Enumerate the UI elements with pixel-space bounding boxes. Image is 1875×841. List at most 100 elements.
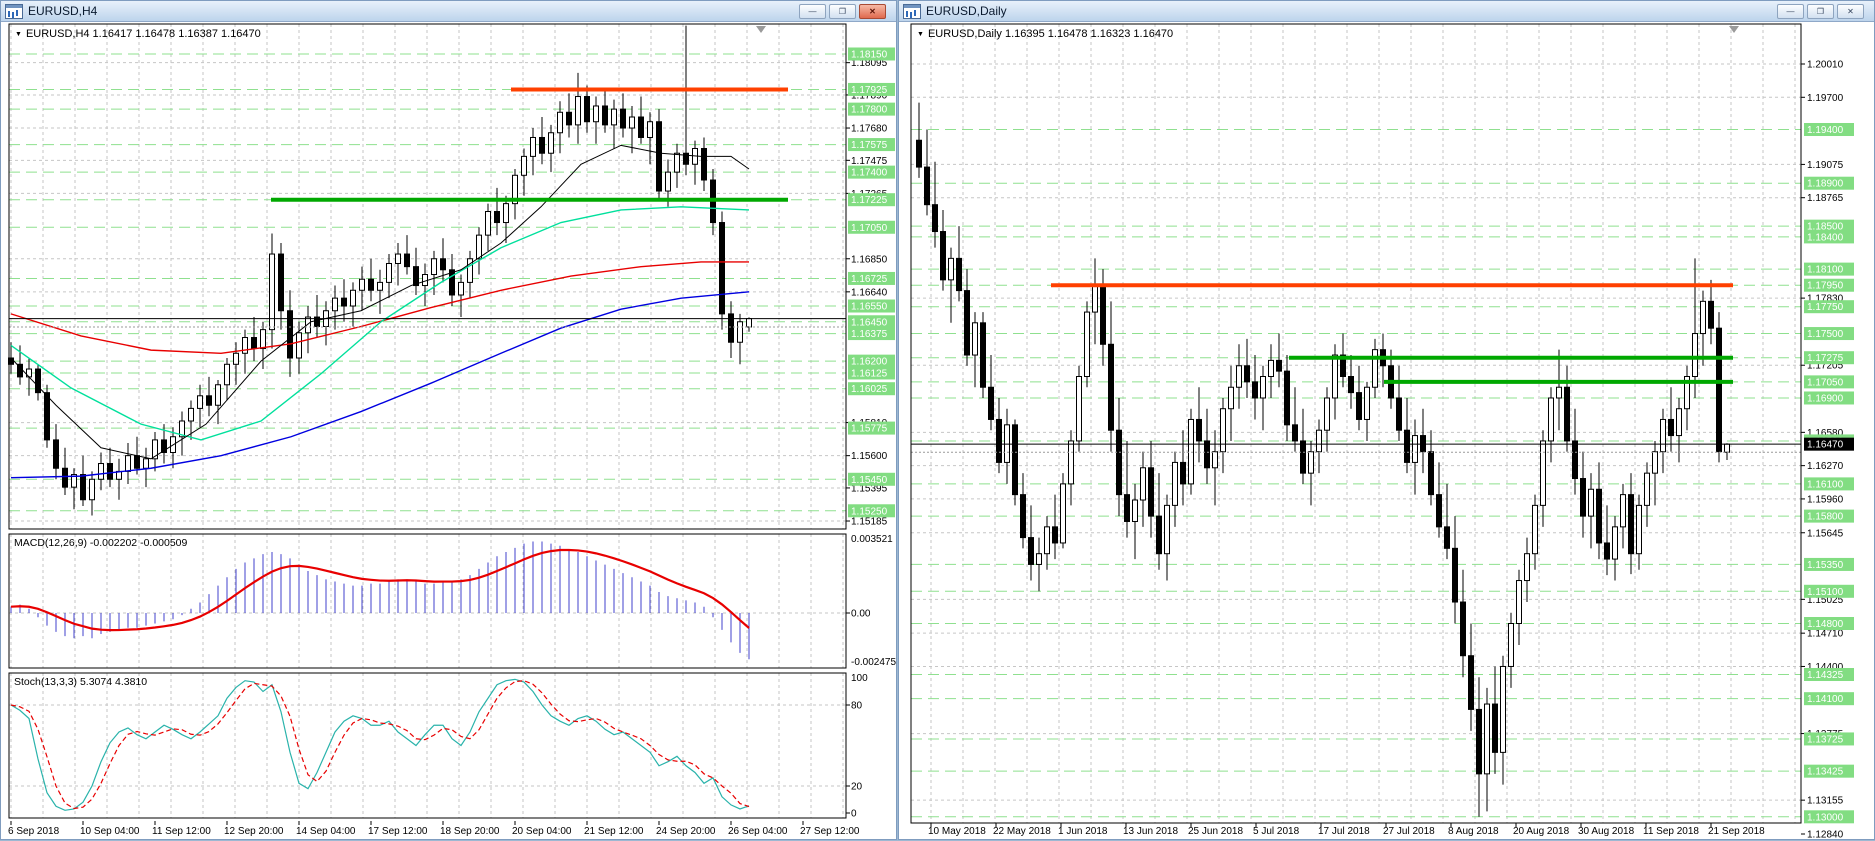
chart-shift-marker-icon[interactable] bbox=[756, 26, 766, 33]
candle-bear bbox=[566, 111, 572, 126]
time-scale-label: 18 Sep 20:00 bbox=[440, 826, 500, 837]
candle-bull bbox=[1516, 580, 1522, 625]
candle-bull bbox=[1620, 494, 1626, 528]
candle-bull bbox=[575, 96, 581, 126]
chart-dropdown-icon[interactable]: ▼ bbox=[15, 31, 22, 38]
candle-bull bbox=[1092, 284, 1098, 313]
candle-bear bbox=[916, 139, 922, 168]
candle-bear bbox=[719, 222, 725, 315]
candle-bull bbox=[530, 136, 536, 157]
candle-bear bbox=[1108, 343, 1114, 431]
price-panel bbox=[911, 24, 1801, 823]
candle-bull bbox=[1324, 397, 1330, 431]
time-scale[interactable]: 10 May 2018 22 May 2018 1 Jun 2018 13 Jun 2… bbox=[928, 823, 1765, 837]
candle-bear bbox=[638, 116, 644, 138]
candle-bear bbox=[1148, 467, 1154, 517]
candle-bear bbox=[107, 463, 113, 480]
time-scale-label: 22 May 2018 bbox=[993, 826, 1051, 837]
candle-bull bbox=[746, 318, 752, 328]
restore-button[interactable]: ❐ bbox=[829, 3, 856, 19]
candle-bear bbox=[1444, 526, 1450, 549]
candle-bull bbox=[647, 121, 653, 138]
candle-bull bbox=[1692, 333, 1698, 378]
level-price-badge-label: 1.17800 bbox=[851, 105, 888, 116]
level-price-badge-label: 1.17275 bbox=[1807, 353, 1844, 364]
candle-bull bbox=[215, 384, 221, 406]
candle-bull bbox=[377, 281, 383, 291]
candle-bull bbox=[395, 253, 401, 264]
candle-bear bbox=[932, 204, 938, 233]
price-scale-label: 1.14710 bbox=[1807, 629, 1844, 640]
eurusd-daily-window: EURUSD,Daily — ❐ ✕ 1.20010 1.19700 1.19075… bbox=[898, 0, 1875, 840]
h4-chart-canvas[interactable]: 1.180951.178901.176801.174751.172651.168… bbox=[1, 22, 898, 841]
minimize-button[interactable]: — bbox=[1777, 3, 1804, 19]
candle-bull bbox=[458, 281, 464, 296]
minimize-button[interactable]: — bbox=[799, 3, 826, 19]
close-button[interactable]: ✕ bbox=[859, 3, 886, 19]
macd-scale-zero: 0.00 bbox=[851, 609, 871, 620]
level-price-badge-label: 1.16025 bbox=[851, 384, 888, 395]
eurusd-h4-titlebar[interactable]: EURUSD,H4 — ❐ ✕ bbox=[1, 1, 896, 22]
candle-bear bbox=[1404, 429, 1410, 463]
candle-bear bbox=[1012, 424, 1018, 496]
close-button[interactable]: ✕ bbox=[1837, 3, 1864, 19]
candle-bull bbox=[593, 105, 599, 123]
candle-bull bbox=[1220, 408, 1226, 453]
candle-bear bbox=[1604, 542, 1610, 560]
price-scale-label: 1.15645 bbox=[1807, 528, 1844, 539]
candle-bull bbox=[260, 329, 266, 350]
time-scale-label: 30 Aug 2018 bbox=[1578, 826, 1635, 837]
candle-bull bbox=[1524, 553, 1530, 582]
time-scale-label: 25 Jun 2018 bbox=[1188, 826, 1243, 837]
time-scale-label: 20 Aug 2018 bbox=[1513, 826, 1570, 837]
candle-bull bbox=[1364, 386, 1370, 420]
candle-bull bbox=[224, 363, 230, 386]
price-scale-label: 1.19700 bbox=[1807, 93, 1844, 104]
time-scale-label: 11 Sep 12:00 bbox=[152, 826, 211, 837]
level-price-badge-label: 1.18900 bbox=[1807, 179, 1844, 190]
time-scale-label: 10 May 2018 bbox=[928, 826, 986, 837]
time-scale-label: 20 Sep 04:00 bbox=[512, 826, 572, 837]
candle-bull bbox=[1548, 397, 1554, 442]
candle-bull bbox=[1060, 483, 1066, 544]
candle-bear bbox=[1100, 284, 1106, 345]
restore-button[interactable]: ❐ bbox=[1807, 3, 1834, 19]
eurusd-daily-titlebar[interactable]: EURUSD,Daily — ❐ ✕ bbox=[899, 1, 1874, 22]
time-scale[interactable]: 6 Sep 2018 10 Sep 04:00 11 Sep 12:00 12 Sep… bbox=[8, 821, 860, 837]
time-scale-label: 17 Sep 12:00 bbox=[368, 826, 428, 837]
candle-bull bbox=[548, 132, 554, 154]
candle-bull bbox=[1556, 386, 1562, 399]
time-scale-label: 6 Sep 2018 bbox=[8, 826, 60, 837]
candle-bull bbox=[431, 258, 437, 276]
daily-chart-canvas[interactable]: 1.200101.197001.190751.187651.178301.172… bbox=[899, 22, 1875, 841]
candle-bull bbox=[674, 152, 680, 173]
price-scale[interactable]: 1.200101.197001.190751.187651.178301.172… bbox=[1801, 60, 1854, 841]
candle-bear bbox=[1580, 478, 1586, 517]
candle-bear bbox=[1420, 435, 1426, 453]
candle-bear bbox=[35, 368, 41, 394]
level-price-badge-label: 1.16450 bbox=[851, 317, 888, 328]
time-scale-label: 27 Jul 2018 bbox=[1383, 826, 1435, 837]
level-price-badge-label: 1.14800 bbox=[1807, 619, 1844, 630]
candle-bull bbox=[1644, 472, 1650, 506]
candle-bull bbox=[521, 155, 527, 176]
chart-ohlc-label: ▼ EURUSD,Daily 1.16395 1.16478 1.16323 1.… bbox=[917, 28, 1174, 40]
candle-bear bbox=[980, 322, 986, 388]
chart-ohlc-label: ▼ EURUSD,H4 1.16417 1.16478 1.16387 1.164… bbox=[15, 28, 261, 40]
candle-bull bbox=[1724, 443, 1730, 453]
candle-bull bbox=[1068, 440, 1074, 485]
time-scale-label: 14 Sep 04:00 bbox=[296, 826, 356, 837]
candle-bear bbox=[341, 297, 347, 307]
candle-bear bbox=[278, 253, 284, 312]
candle-bear bbox=[701, 148, 707, 181]
candlesticks bbox=[8, 25, 752, 516]
candle-bear bbox=[1460, 601, 1466, 657]
candle-bull bbox=[1508, 623, 1514, 667]
price-scale[interactable]: 1.180951.178901.176801.174751.172651.168… bbox=[846, 47, 895, 528]
candle-bull bbox=[1044, 526, 1050, 555]
candle-bull bbox=[737, 321, 743, 343]
time-scale-label: 21 Sep 12:00 bbox=[584, 826, 644, 837]
stochastic-panel: 100 80 20 0 bbox=[8, 672, 868, 820]
chart-dropdown-icon[interactable]: ▼ bbox=[917, 31, 924, 38]
candle-bull bbox=[359, 278, 365, 291]
